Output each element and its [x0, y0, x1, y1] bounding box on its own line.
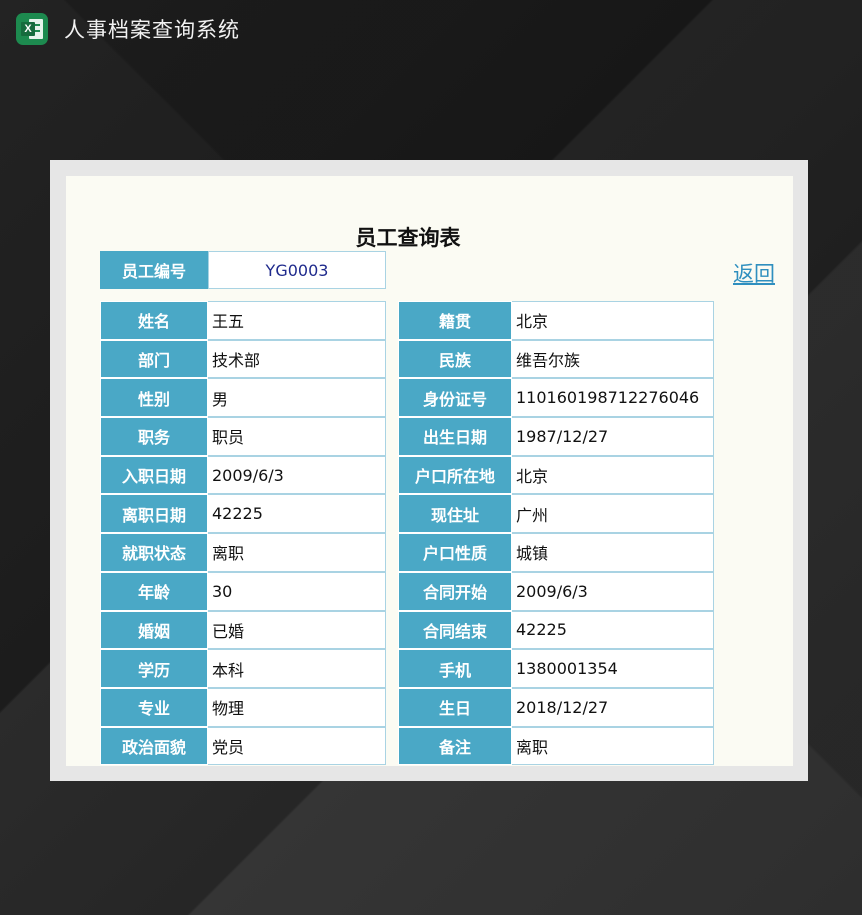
field-row: 生日 2018/12/27: [398, 687, 714, 727]
field-row: 身份证号 110160198712276046: [398, 378, 714, 418]
field-label: 年龄: [100, 571, 208, 611]
title-bar: X 人事档案查询系统: [16, 12, 240, 46]
field-value-cell[interactable]: 物理: [208, 687, 386, 727]
field-value-cell[interactable]: 离职: [208, 533, 386, 572]
field-value-cell[interactable]: 党员: [208, 726, 386, 766]
employee-id-label: 员工编号: [100, 251, 208, 289]
field-row: 手机 1380001354: [398, 649, 714, 688]
field-value-cell[interactable]: 1987/12/27: [512, 417, 714, 456]
field-row: 入职日期 2009/6/3: [100, 455, 386, 495]
field-label: 身份证号: [398, 378, 512, 418]
field-label: 政治面貌: [100, 726, 208, 766]
excel-icon: X: [16, 13, 48, 45]
field-value-cell[interactable]: 北京: [512, 301, 714, 340]
field-label: 生日: [398, 687, 512, 727]
field-value-cell[interactable]: 王五: [208, 301, 386, 340]
excel-x-mark: X: [21, 22, 35, 36]
field-row: 政治面貌 党员: [100, 726, 386, 766]
field-value-cell[interactable]: 42225: [208, 494, 386, 534]
field-label: 就职状态: [100, 533, 208, 572]
field-label: 户口所在地: [398, 455, 512, 495]
field-label: 入职日期: [100, 455, 208, 495]
field-value-cell[interactable]: 2009/6/3: [512, 571, 714, 611]
field-row: 现住址 广州: [398, 494, 714, 534]
field-value-cell[interactable]: 30: [208, 571, 386, 611]
field-label: 合同结束: [398, 610, 512, 650]
field-row: 合同开始 2009/6/3: [398, 571, 714, 611]
field-row: 性别男: [100, 378, 386, 418]
query-sheet: 员工查询表 员工编号 YG0003 返回 姓名 王五 部门 技术部 性别男职务 职员 入职日…: [66, 176, 793, 766]
field-label: 性别: [100, 378, 208, 418]
field-value-cell[interactable]: 职员: [208, 417, 386, 456]
field-value-cell[interactable]: 离职: [512, 726, 714, 766]
field-value-cell[interactable]: 本科: [208, 649, 386, 688]
field-label: 出生日期: [398, 417, 512, 456]
field-row: 部门 技术部: [100, 339, 386, 379]
employee-id-row: 员工编号 YG0003: [100, 251, 386, 289]
field-row: 民族 维吾尔族: [398, 339, 714, 379]
field-row: 籍贯 北京: [398, 301, 714, 340]
field-value-cell[interactable]: 110160198712276046: [512, 378, 714, 418]
right-field-table: 籍贯 北京 民族 维吾尔族 身份证号 110160198712276046 出生日期 1987…: [398, 301, 714, 766]
field-row: 学历 本科: [100, 649, 386, 688]
sheet-frame: 员工查询表 员工编号 YG0003 返回 姓名 王五 部门 技术部 性别男职务 职员 入职日…: [50, 160, 808, 781]
back-link[interactable]: 返回: [733, 258, 775, 288]
field-row: 姓名 王五: [100, 301, 386, 340]
field-label: 专业: [100, 687, 208, 727]
employee-id-input[interactable]: YG0003: [208, 251, 386, 289]
left-field-table: 姓名 王五 部门 技术部 性别男职务 职员 入职日期 2009/6/3 离职日期 42225 就职状…: [100, 301, 386, 766]
field-label: 户口性质: [398, 533, 512, 572]
field-value-cell[interactable]: 城镇: [512, 533, 714, 572]
app-title: 人事档案查询系统: [64, 18, 240, 42]
field-value-cell[interactable]: 42225: [512, 610, 714, 650]
field-label: 籍贯: [398, 301, 512, 340]
field-value-cell[interactable]: 维吾尔族: [512, 339, 714, 379]
field-label: 职务: [100, 417, 208, 456]
field-row: 职务 职员: [100, 417, 386, 456]
field-value-cell[interactable]: 北京: [512, 455, 714, 495]
field-row: 离职日期 42225: [100, 494, 386, 534]
field-value-cell[interactable]: 男: [208, 378, 386, 418]
field-row: 备注 离职: [398, 726, 714, 766]
field-value-cell[interactable]: 已婚: [208, 610, 386, 650]
field-row: 就职状态 离职: [100, 533, 386, 572]
sheet-title: 员工查询表: [355, 226, 461, 250]
field-row: 户口性质 城镇: [398, 533, 714, 572]
field-row: 出生日期 1987/12/27: [398, 417, 714, 456]
field-value-cell[interactable]: 2018/12/27: [512, 687, 714, 727]
field-value-cell[interactable]: 1380001354: [512, 649, 714, 688]
field-label: 手机: [398, 649, 512, 688]
field-label: 合同开始: [398, 571, 512, 611]
field-label: 婚姻: [100, 610, 208, 650]
field-value-cell[interactable]: 技术部: [208, 339, 386, 379]
field-label: 备注: [398, 726, 512, 766]
field-label: 部门: [100, 339, 208, 379]
field-label: 姓名: [100, 301, 208, 340]
field-value-cell[interactable]: 广州: [512, 494, 714, 534]
field-label: 学历: [100, 649, 208, 688]
field-label: 现住址: [398, 494, 512, 534]
field-label: 离职日期: [100, 494, 208, 534]
field-row: 合同结束 42225: [398, 610, 714, 650]
field-row: 户口所在地 北京: [398, 455, 714, 495]
field-label: 民族: [398, 339, 512, 379]
field-row: 专业 物理: [100, 687, 386, 727]
field-row: 婚姻 已婚: [100, 610, 386, 650]
field-value-cell[interactable]: 2009/6/3: [208, 455, 386, 495]
field-row: 年龄 30: [100, 571, 386, 611]
